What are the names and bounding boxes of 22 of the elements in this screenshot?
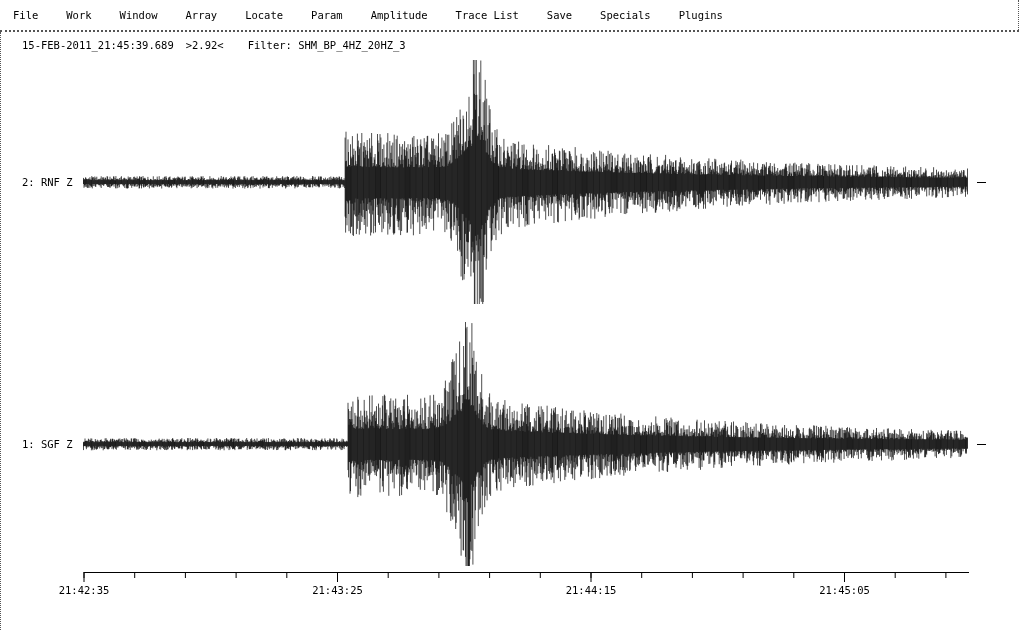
time-stamp-text: 15-FEB-2011_21:45:39.689 xyxy=(22,39,174,51)
axis-tick-label: 21:44:15 xyxy=(565,584,617,596)
menu-item[interactable]: Window xyxy=(119,9,158,21)
menu-item[interactable]: Specials xyxy=(600,9,651,21)
menu-item[interactable]: Work xyxy=(66,9,92,21)
axis-tick-label: 21:42:35 xyxy=(58,584,110,596)
menu-item[interactable]: Param xyxy=(311,9,343,21)
trace-label: 1: SGF Z xyxy=(21,438,74,450)
axis-tick-label: 21:45:05 xyxy=(819,584,870,596)
filter-label: Filter: SHM_BP_4HZ_20HZ_3 xyxy=(247,39,406,51)
menu-item[interactable]: Amplitude xyxy=(370,9,428,21)
menu-item[interactable]: Trace List xyxy=(455,9,519,21)
axis-tick-label: 21:43:25 xyxy=(312,584,363,596)
menu-item[interactable]: Array xyxy=(185,9,218,21)
trace-marker-icon xyxy=(977,443,986,445)
menu-item[interactable]: File xyxy=(13,9,39,21)
trace-marker-icon xyxy=(977,181,986,183)
trace-label: 2: RNF Z xyxy=(21,176,74,188)
menu-item[interactable]: Locate xyxy=(245,9,284,21)
zoom-factor: >2.92< xyxy=(185,39,224,51)
menu-item[interactable]: Save xyxy=(546,9,573,21)
menu-item[interactable]: Plugins xyxy=(678,9,723,21)
